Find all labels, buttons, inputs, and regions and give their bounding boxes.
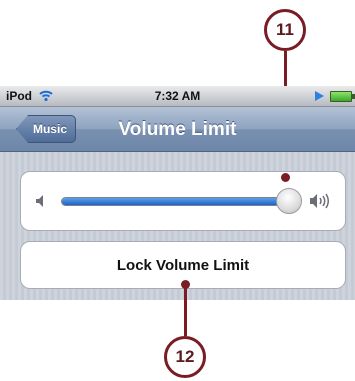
clock: 7:32 AM [154,89,201,103]
callout-11-dot [281,173,290,182]
callout-12: 12 [164,336,206,378]
volume-slider-fill [62,198,289,205]
volume-limit-slider-group [20,171,346,231]
callout-12-label: 12 [175,347,195,366]
volume-high-icon [310,193,329,209]
callout-12-line [184,284,187,336]
page-title: Volume Limit [118,119,237,140]
play-icon [315,91,324,101]
volume-slider-track[interactable] [61,197,301,206]
volume-slider-thumb[interactable] [276,188,302,214]
navigation-bar: Music Volume Limit [0,107,355,152]
battery-icon [330,91,355,102]
volume-low-icon [36,195,43,207]
callout-11-label: 11 [276,20,294,39]
callout-12-dot [181,280,190,289]
status-bar: iPod 7:32 AM [0,86,355,107]
ipod-screen: iPod 7:32 AM Music Volume Limit Lock Vol… [0,86,355,300]
callout-11: 11 [264,9,306,51]
